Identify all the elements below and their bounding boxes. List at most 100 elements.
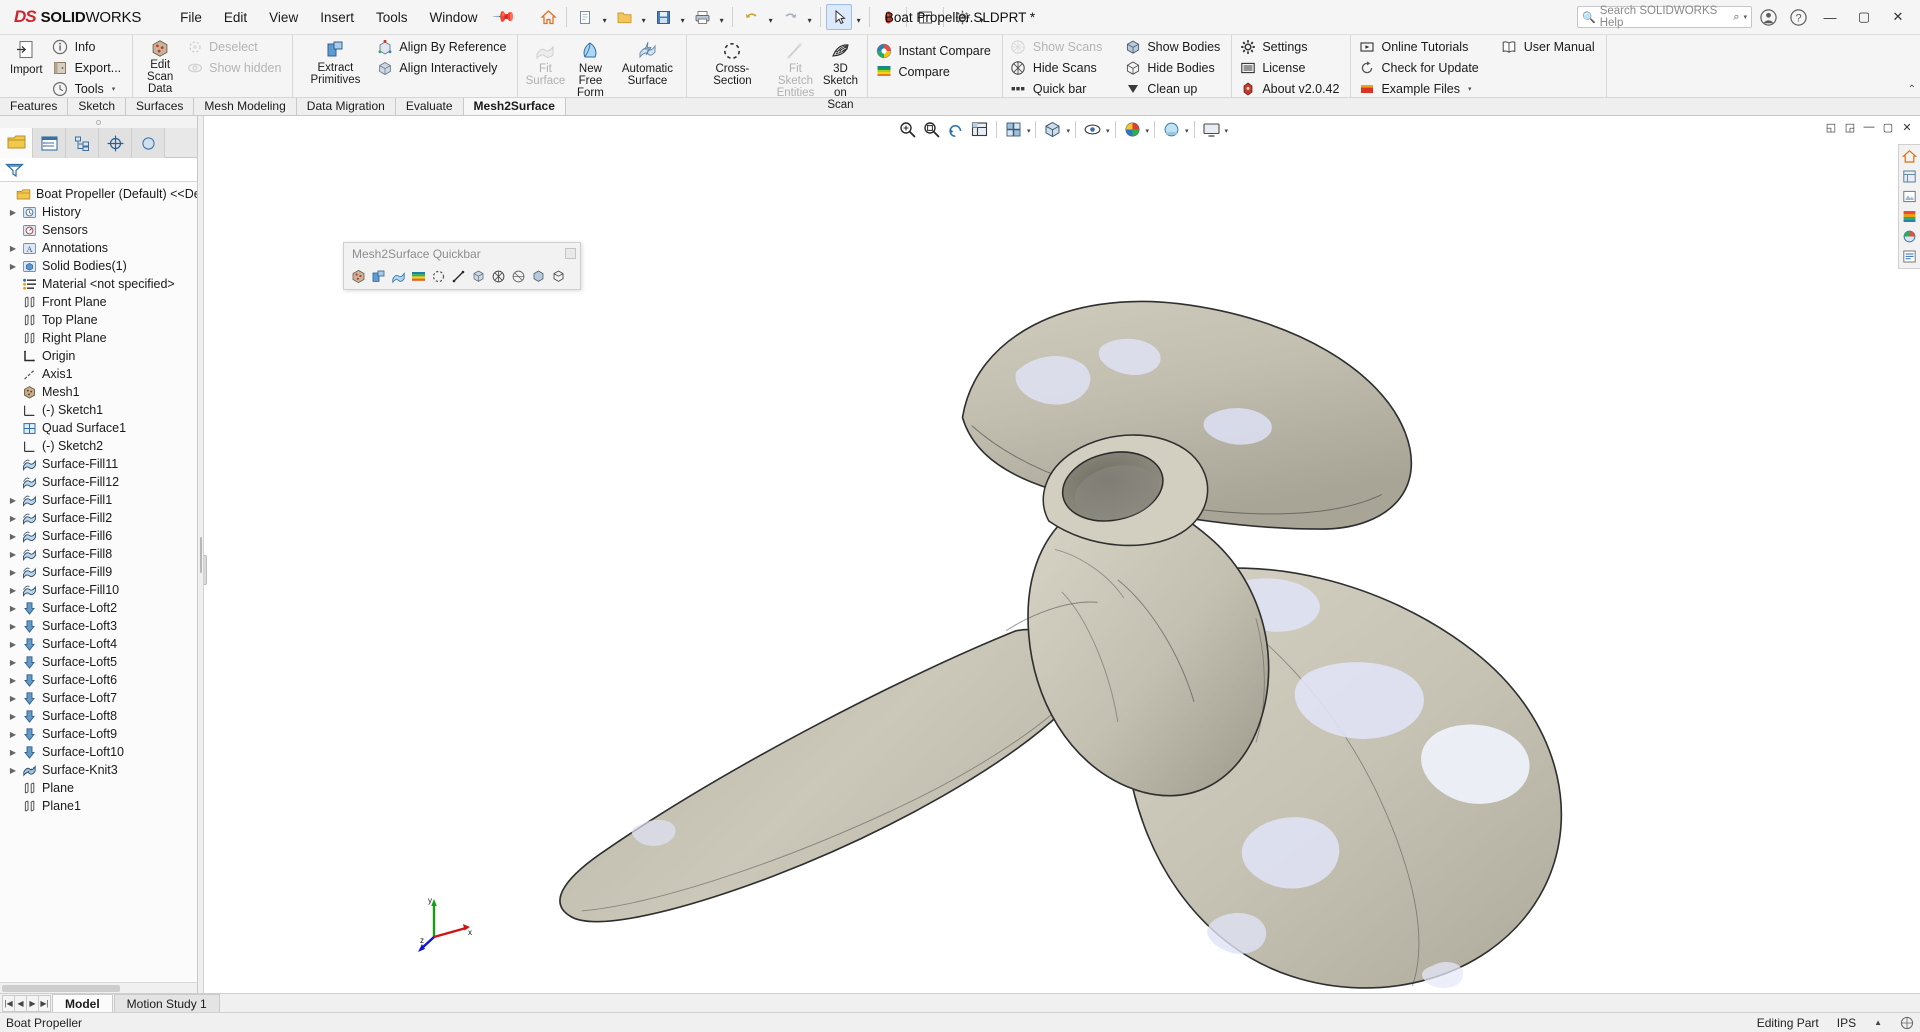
restore-up-icon[interactable]: ◲ (1841, 118, 1859, 136)
apply-scene-caret-icon[interactable]: ▾ (1184, 118, 1189, 140)
tree-item[interactable]: Top Plane (0, 311, 197, 329)
view-orientation-caret-icon[interactable]: ▾ (1026, 118, 1031, 140)
select-caret-icon[interactable]: ▾ (853, 4, 864, 30)
view-home-icon[interactable] (1900, 147, 1919, 166)
quick-bar-button[interactable]: Quick bar (1007, 79, 1109, 99)
feature-tree-horizontal-scrollbar[interactable] (0, 982, 197, 993)
maximize-icon[interactable]: ▢ (1879, 118, 1897, 136)
select-icon[interactable] (826, 4, 852, 30)
expand-arrow-icon[interactable]: ▶ (6, 622, 20, 631)
sketch-on-scan-button[interactable]: 3D Sketch on Scan (817, 38, 863, 113)
tree-item[interactable]: ▶Surface-Loft10 (0, 743, 197, 761)
menu-window[interactable]: Window (418, 5, 488, 30)
tree-item[interactable]: ▶AAnnotations (0, 239, 197, 257)
edit-appearance-icon[interactable] (1121, 118, 1144, 140)
expand-arrow-icon[interactable]: ▶ (6, 532, 20, 541)
sidebar-item-property-manager[interactable] (33, 128, 66, 158)
tree-item[interactable]: ▶Surface-Loft2 (0, 599, 197, 617)
tree-item[interactable]: ▶Surface-Fill2 (0, 509, 197, 527)
tab-motion-study[interactable]: Motion Study 1 (114, 994, 220, 1012)
example-files-button[interactable]: Example Files ▾ (1355, 79, 1485, 99)
menu-tools[interactable]: Tools (365, 5, 419, 30)
tree-item[interactable]: ▶History (0, 203, 197, 221)
save-icon[interactable] (650, 4, 676, 30)
expand-arrow-icon[interactable]: ▶ (6, 208, 20, 217)
scenes-icon[interactable] (1900, 187, 1919, 206)
draw-line-icon[interactable] (450, 268, 467, 285)
hide-show-items-icon[interactable] (1081, 118, 1104, 140)
display-style-icon[interactable] (1041, 118, 1064, 140)
expand-arrow-icon[interactable]: ▶ (6, 748, 20, 757)
lights-cameras-icon[interactable] (1900, 227, 1919, 246)
tree-item[interactable]: Surface-Fill11 (0, 455, 197, 473)
tree-item[interactable]: ▶Surface-Loft6 (0, 671, 197, 689)
expand-arrow-icon[interactable]: ▶ (6, 244, 20, 253)
minimize-icon[interactable]: — (1860, 118, 1878, 136)
status-overlay-icon[interactable] (1900, 1016, 1914, 1030)
graphics-area[interactable]: ▾ ▾ ▾ ▾ (204, 116, 1920, 993)
window-minimize-button[interactable]: — (1814, 4, 1846, 30)
tree-item[interactable]: ▶Surface-Fill9 (0, 563, 197, 581)
expand-arrow-icon[interactable]: ▶ (6, 568, 20, 577)
last-tab-icon[interactable]: ▶| (38, 995, 51, 1012)
fit-sketch-entities-button[interactable]: Fit Sketch Entities (773, 38, 817, 101)
display-style-caret-icon[interactable]: ▾ (1065, 118, 1070, 140)
tree-item[interactable]: Origin (0, 347, 197, 365)
pin-icon[interactable]: 📌 (491, 4, 517, 30)
mesh2surface-quickbar[interactable]: Mesh2Surface Quickbar (343, 242, 581, 290)
open-document-icon[interactable] (611, 4, 637, 30)
previous-view-icon[interactable] (944, 118, 967, 140)
hide-bodies-button[interactable]: Hide Bodies (1121, 58, 1227, 78)
section-view-icon[interactable] (968, 118, 991, 140)
compare-colormap-icon[interactable] (410, 268, 427, 285)
open-document-caret-icon[interactable]: ▾ (638, 4, 649, 30)
deselect-icon[interactable] (430, 268, 447, 285)
tools-button[interactable]: Tools ▾ (49, 79, 129, 99)
expand-arrow-icon[interactable]: ▶ (6, 262, 20, 271)
expand-arrow-icon[interactable]: ▶ (6, 586, 20, 595)
expand-arrow-icon[interactable]: ▶ (6, 712, 20, 721)
tree-item[interactable]: Sensors (0, 221, 197, 239)
about-button[interactable]: About v2.0.42 (1236, 79, 1346, 99)
user-icon[interactable] (1754, 4, 1782, 30)
status-units-caret-icon[interactable]: ▲ (1874, 1018, 1882, 1027)
expand-arrow-icon[interactable]: ▶ (6, 550, 20, 559)
export-button[interactable]: Export... (49, 58, 129, 78)
import-button[interactable]: Import (4, 35, 49, 97)
edit-scan-data-icon[interactable] (350, 268, 367, 285)
hide-bodies-icon[interactable] (550, 268, 567, 285)
feature-filter-bar[interactable] (0, 158, 197, 182)
user-manual-button[interactable]: User Manual (1498, 37, 1602, 57)
undo-icon[interactable] (738, 4, 764, 30)
help-icon[interactable]: ? (1784, 4, 1812, 30)
view-settings-caret-icon[interactable]: ▾ (1224, 118, 1229, 140)
expand-arrow-icon[interactable]: ▶ (6, 640, 20, 649)
tree-item[interactable]: ▶Surface-Knit3 (0, 761, 197, 779)
panel-grip[interactable] (0, 116, 197, 128)
tree-item[interactable]: ▶Surface-Fill10 (0, 581, 197, 599)
scrollbar-thumb[interactable] (2, 985, 120, 992)
window-close-button[interactable]: ✕ (1882, 4, 1914, 30)
cross-section-button[interactable]: Cross-Section (691, 38, 773, 89)
edit-appearance-caret-icon[interactable]: ▾ (1145, 118, 1150, 140)
undo-caret-icon[interactable]: ▾ (765, 4, 776, 30)
custom-properties-icon[interactable] (1900, 247, 1919, 266)
tab-sketch[interactable]: Sketch (68, 97, 126, 115)
tab-mesh2surface[interactable]: Mesh2Surface (464, 97, 566, 115)
print-icon[interactable] (689, 4, 715, 30)
free-form-surface-icon[interactable] (390, 268, 407, 285)
window-maximize-button[interactable]: ▢ (1848, 4, 1880, 30)
tree-item[interactable]: ▶Surface-Loft9 (0, 725, 197, 743)
edit-scan-data-button[interactable]: Edit Scan Data (137, 35, 183, 97)
status-units[interactable]: IPS (1837, 1016, 1856, 1030)
tree-item[interactable]: ▶Surface-Fill6 (0, 527, 197, 545)
tab-model[interactable]: Model (52, 994, 113, 1012)
sidebar-item-display-manager[interactable] (132, 128, 165, 158)
tree-item[interactable]: Plane1 (0, 797, 197, 815)
sidebar-item-feature-manager[interactable] (0, 128, 33, 158)
tree-item[interactable]: ▶Surface-Loft3 (0, 617, 197, 635)
expand-arrow-icon[interactable]: ▶ (6, 658, 20, 667)
appearances-icon[interactable] (1900, 167, 1919, 186)
clean-up-button[interactable]: Clean up (1121, 79, 1227, 99)
tree-item[interactable]: ▶Surface-Loft5 (0, 653, 197, 671)
